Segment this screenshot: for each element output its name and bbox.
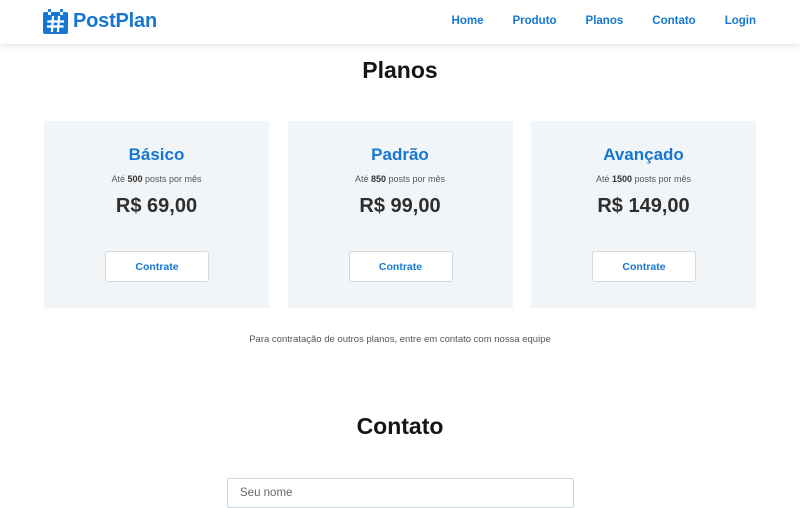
hash-calendar-icon (43, 9, 68, 34)
plan-price: R$ 99,00 (359, 195, 441, 217)
plan-name: Avançado (603, 145, 684, 164)
plan-description: Até 1500 posts por mês (595, 174, 692, 184)
nav-planos[interactable]: Planos (586, 14, 624, 28)
plan-description: Até 850 posts por mês (354, 174, 446, 184)
nav-home[interactable]: Home (452, 14, 484, 28)
plan-name: Básico (128, 145, 185, 164)
name-input[interactable] (227, 478, 574, 508)
plan-price: R$ 149,00 (597, 195, 690, 217)
plan-description: Até 500 posts por mês (111, 174, 202, 184)
contrate-button-basico[interactable]: Contrate (105, 251, 209, 282)
navbar: PostPlan Home Produto Planos Contato Log… (0, 0, 800, 44)
plans-title: Planos (362, 57, 438, 83)
plan-posts-count: 500 (127, 174, 143, 184)
plan-card-avancado: Avançado Até 1500 posts por mês R$ 149,0… (531, 121, 756, 308)
plan-card-basico: Básico Até 500 posts por mês R$ 69,00 Co… (44, 121, 269, 308)
plan-posts-count: 850 (370, 174, 386, 184)
brand-name: PostPlan (73, 10, 157, 32)
contrate-button-padrao[interactable]: Contrate (348, 251, 453, 282)
nav-contato[interactable]: Contato (652, 14, 695, 28)
plans-list: Básico Até 500 posts por mês R$ 69,00 Co… (44, 121, 756, 308)
plans-note: Para contratação de outros planos, entre… (249, 334, 551, 345)
contact-title: Contato (356, 413, 444, 439)
plan-posts-count: 1500 (611, 174, 632, 184)
main-nav: Home Produto Planos Contato Login (452, 14, 756, 28)
plan-name: Padrão (371, 145, 429, 164)
plan-card-padrao: Padrão Até 850 posts por mês R$ 99,00 Co… (287, 121, 513, 308)
contrate-button-avancado[interactable]: Contrate (592, 251, 696, 282)
nav-produto[interactable]: Produto (512, 14, 556, 28)
brand-logo[interactable]: PostPlan (43, 9, 157, 34)
plan-price: R$ 69,00 (115, 195, 198, 217)
nav-login[interactable]: Login (725, 14, 756, 28)
